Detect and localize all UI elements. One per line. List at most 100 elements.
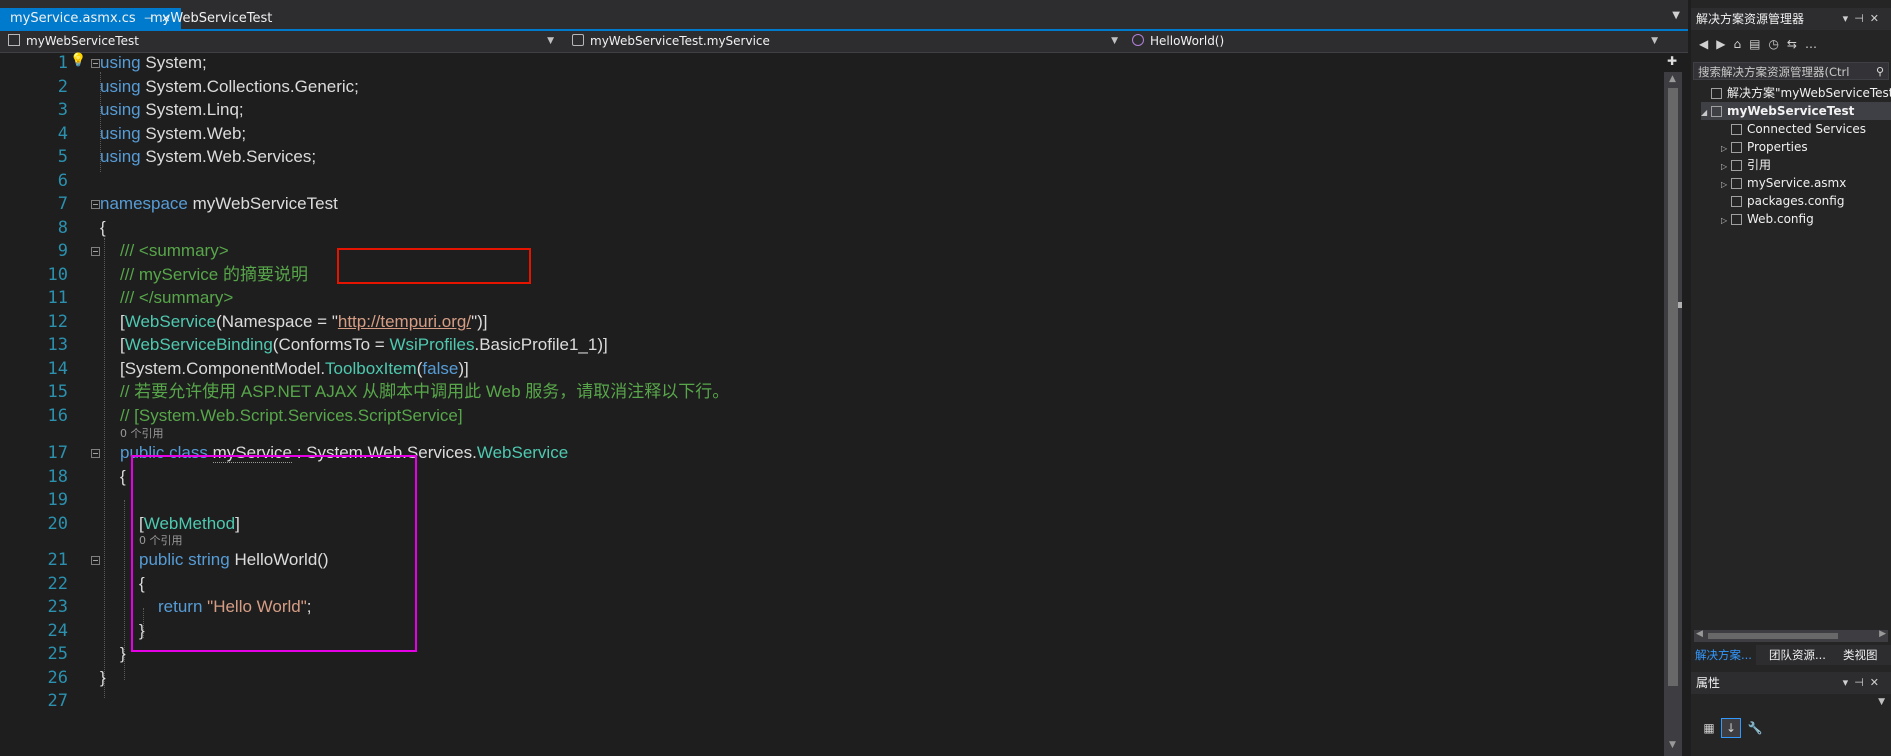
namespace-url-link[interactable]: http://tempuri.org/ xyxy=(338,312,471,331)
member-dropdown[interactable]: HelloWorld() ▼ xyxy=(1124,32,1664,51)
type-webservicebinding: WebServiceBinding xyxy=(124,335,273,354)
line-number: 8 xyxy=(57,218,68,238)
solution-explorer-search-input[interactable]: 搜索解决方案资源管理器(Ctrl ⚲ xyxy=(1693,62,1889,80)
close-icon[interactable]: ✕ xyxy=(1870,12,1885,25)
editor-vertical-scrollbar[interactable]: ▲ ▼ xyxy=(1664,72,1682,756)
code-line-14[interactable]: [System.ComponentModel.ToolboxItem(false… xyxy=(120,357,469,381)
class-dropdown[interactable]: myWebServiceTest.myService ▼ xyxy=(564,32,1124,51)
search-icon[interactable]: ⚲ xyxy=(1876,63,1884,79)
pin-icon[interactable]: ⊣ xyxy=(1854,676,1870,689)
type-wsiprofiles: WsiProfiles xyxy=(389,335,475,354)
web-project-icon xyxy=(1711,106,1722,117)
properties-object-dropdown[interactable]: ▼ xyxy=(1691,697,1891,711)
code-line-1[interactable]: using System; xyxy=(100,51,207,75)
code-line-10[interactable]: /// myService 的摘要说明 xyxy=(120,263,308,287)
scroll-right-icon[interactable]: ▶ xyxy=(1879,629,1886,639)
references-icon xyxy=(1731,160,1742,171)
collapse-toggle-icon[interactable] xyxy=(91,59,100,68)
scrollbar-thumb[interactable] xyxy=(1668,88,1678,686)
lightbulb-icon[interactable]: 💡 xyxy=(70,53,86,68)
collapse-toggle-icon[interactable] xyxy=(91,247,100,256)
code-line-4[interactable]: using System.Web; xyxy=(100,122,246,146)
class-dropdown-value: myWebServiceTest.myService xyxy=(590,34,770,48)
scroll-up-icon[interactable]: ▲ xyxy=(1669,74,1676,84)
scroll-down-icon[interactable]: ▼ xyxy=(1669,740,1676,750)
line-number: 23 xyxy=(47,597,68,617)
tree-item-references[interactable]: ▷ 引用 xyxy=(1721,156,1771,174)
tree-item-project[interactable]: ◢ myWebServiceTest xyxy=(1701,102,1891,120)
tab-mywebservicetest[interactable]: myWebServiceTest xyxy=(140,8,282,29)
switch-views-icon[interactable]: ▤ xyxy=(1749,32,1760,56)
solution-explorer-horizontal-scrollbar[interactable]: ◀ ▶ xyxy=(1694,629,1888,642)
properties-toolbar: ▦ ↓ 🔧 xyxy=(1691,714,1891,744)
window-position-icon[interactable]: ▾ xyxy=(1843,676,1855,689)
reference-count-codelens[interactable]: 0 个引用 xyxy=(120,427,164,441)
code-line-12[interactable]: [WebService(Namespace = "http://tempuri.… xyxy=(120,310,488,334)
split-editor-icon[interactable]: ✚ xyxy=(1667,54,1677,68)
tab-overflow-chevron-icon[interactable]: ▼ xyxy=(1672,10,1680,21)
chevron-down-icon: ▼ xyxy=(547,36,554,46)
property-pages-icon[interactable]: 🔧 xyxy=(1745,718,1765,738)
properties-title: 属性 xyxy=(1696,676,1721,690)
tab-class-view[interactable]: 类视图 xyxy=(1839,645,1882,665)
line-number: 15 xyxy=(47,382,68,402)
line-number: 1 xyxy=(57,53,68,73)
project-dropdown-value: myWebServiceTest xyxy=(26,34,139,48)
line-number: 5 xyxy=(57,147,68,167)
sync-icon[interactable]: ⇆ xyxy=(1787,32,1797,56)
code-line-2[interactable]: using System.Collections.Generic; xyxy=(100,75,359,99)
code-line-15[interactable]: // 若要允许使用 ASP.NET AJAX 从脚本中调用此 Web 服务，请取… xyxy=(120,380,729,404)
code-line-16[interactable]: // [System.Web.Script.Services.ScriptSer… xyxy=(120,404,463,428)
code-text: System.Linq; xyxy=(140,100,244,119)
code-line-3[interactable]: using System.Linq; xyxy=(100,98,244,122)
keyword-using: using xyxy=(100,77,141,96)
close-icon[interactable]: ✕ xyxy=(1870,676,1885,689)
tree-item-web-config[interactable]: ▷ Web.config xyxy=(1721,210,1814,228)
code-line-9[interactable]: /// <summary> xyxy=(120,239,229,263)
tree-item-connected-services[interactable]: Connected Services xyxy=(1721,120,1866,138)
pending-changes-icon[interactable]: ◷ xyxy=(1768,32,1778,56)
code-line-25[interactable]: } xyxy=(120,642,126,666)
tree-item-solution[interactable]: 解决方案"myWebServiceTest"( xyxy=(1701,84,1891,102)
code-line-5[interactable]: using System.Web.Services; xyxy=(100,145,316,169)
forward-icon[interactable]: ▶ xyxy=(1716,32,1725,56)
collapse-toggle-icon[interactable] xyxy=(91,200,100,209)
line-number: 19 xyxy=(47,490,68,510)
window-position-icon[interactable]: ▾ xyxy=(1843,12,1855,25)
tree-item-myservice-asmx[interactable]: ▷ myService.asmx xyxy=(1721,174,1846,192)
code-line-13[interactable]: [WebServiceBinding(ConformsTo = WsiProfi… xyxy=(120,333,608,357)
type-webservice: WebService xyxy=(124,312,217,331)
categorized-icon[interactable]: ▦ xyxy=(1699,718,1719,738)
more-options-icon[interactable]: … xyxy=(1805,32,1817,56)
collapse-toggle-icon[interactable] xyxy=(91,449,100,458)
code-line-11[interactable]: /// </summary> xyxy=(120,286,233,310)
tab-team-explorer[interactable]: 团队资源... xyxy=(1765,645,1830,665)
scrollbar-thumb[interactable] xyxy=(1708,633,1838,639)
solution-explorer-toolbar: ◀ ▶ ⌂ ▤ ◷ ⇆ … xyxy=(1691,32,1891,56)
alphabetical-icon[interactable]: ↓ xyxy=(1721,718,1741,738)
tab-label: myWebServiceTest xyxy=(150,11,273,26)
brace: { xyxy=(100,218,106,237)
back-icon[interactable]: ◀ xyxy=(1699,32,1708,56)
code-line-7[interactable]: namespace myWebServiceTest xyxy=(100,192,338,216)
project-dropdown[interactable]: myWebServiceTest ▼ xyxy=(0,32,560,51)
home-icon[interactable]: ⌂ xyxy=(1733,32,1741,56)
tree-item-packages-config[interactable]: packages.config xyxy=(1721,192,1844,210)
tab-solution-explorer[interactable]: 解决方案... xyxy=(1691,645,1756,665)
scroll-left-icon[interactable]: ◀ xyxy=(1696,629,1703,639)
expanded-arrow-icon[interactable]: ◢ xyxy=(1701,104,1711,122)
code-line-18[interactable]: { xyxy=(120,465,126,489)
line-number: 25 xyxy=(47,644,68,664)
line-number: 10 xyxy=(47,265,68,285)
collapse-toggle-icon[interactable] xyxy=(91,556,100,565)
pin-icon[interactable]: ⊣ xyxy=(1854,12,1870,25)
tree-item-properties[interactable]: ▷ Properties xyxy=(1721,138,1808,156)
collapsed-arrow-icon[interactable]: ▷ xyxy=(1721,212,1731,230)
code-line-26[interactable]: } xyxy=(100,666,106,690)
code-text: System.Collections.Generic; xyxy=(140,77,359,96)
code-text: .BasicProfile1_1)] xyxy=(474,335,608,354)
code-line-8[interactable]: { xyxy=(100,216,106,240)
brace: } xyxy=(100,668,106,687)
code-text: ")] xyxy=(471,312,488,331)
line-number: 24 xyxy=(47,621,68,641)
